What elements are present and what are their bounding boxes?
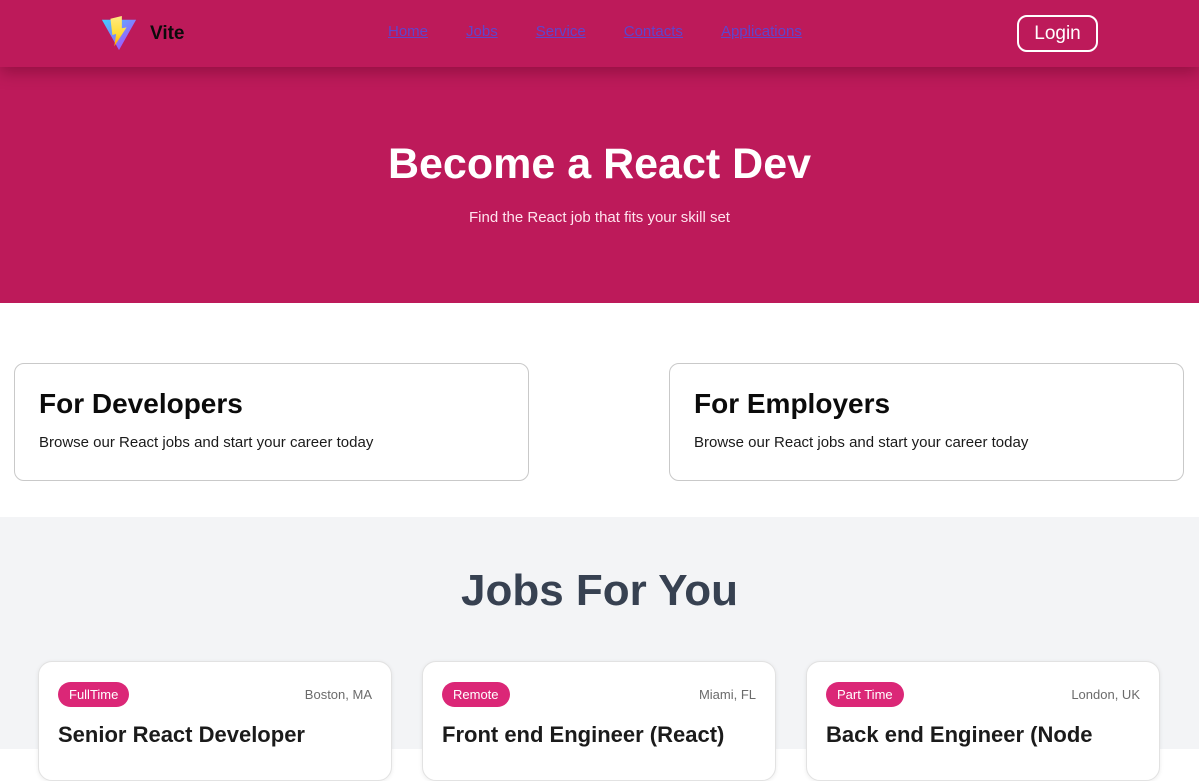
- job-title[interactable]: Senior React Developer: [58, 722, 305, 748]
- nav-links: Home Jobs Service Contacts Applications: [388, 23, 802, 40]
- employers-card-title: For Employers: [694, 388, 891, 419]
- developers-card: For Developers Browse our React jobs and…: [14, 363, 529, 481]
- job-card[interactable]: Remote Miami, FL Front end Engineer (Rea…: [422, 661, 776, 781]
- job-card[interactable]: Part Time London, UK Back end Engineer (…: [806, 661, 1160, 781]
- job-card[interactable]: FullTime Boston, MA Senior React Develop…: [38, 661, 392, 781]
- job-type-badge: Remote: [442, 682, 510, 707]
- hero-subtitle: Find the React job that fits your skill …: [469, 209, 730, 226]
- job-type-badge: Part Time: [826, 682, 904, 707]
- jobs-section: Jobs For You FullTime Boston, MA Senior …: [0, 517, 1199, 781]
- job-location: Boston, MA: [304, 687, 372, 702]
- login-button[interactable]: Login: [1017, 15, 1098, 52]
- navbar: Vite Home Jobs Service Contacts Applicat…: [0, 0, 1199, 67]
- job-title[interactable]: Back end Engineer (Node: [826, 722, 1093, 748]
- employers-card: For Employers Browse our React jobs and …: [669, 363, 1184, 481]
- employers-card-text: Browse our React jobs and start your car…: [694, 434, 1029, 452]
- nav-link-applications[interactable]: Applications: [721, 23, 802, 40]
- nav-link-service[interactable]: Service: [536, 23, 586, 40]
- nav-link-contacts[interactable]: Contacts: [624, 23, 683, 40]
- hero-title: Become a React Dev: [387, 140, 812, 188]
- hero-section: Become a React Dev Find the React job th…: [0, 67, 1199, 303]
- nav-link-home[interactable]: Home: [388, 23, 428, 40]
- job-location: Miami, FL: [698, 687, 756, 702]
- vite-logo-icon: [101, 15, 137, 51]
- developers-card-text: Browse our React jobs and start your car…: [39, 434, 374, 452]
- job-type-badge: FullTime: [58, 682, 130, 707]
- job-location: London, UK: [1071, 687, 1140, 702]
- developers-card-title: For Developers: [39, 388, 243, 419]
- jobs-heading: Jobs For You: [460, 566, 739, 615]
- brand[interactable]: Vite: [100, 14, 185, 54]
- nav-link-jobs[interactable]: Jobs: [466, 23, 498, 40]
- brand-name: Vite: [150, 23, 185, 44]
- job-title[interactable]: Front end Engineer (React): [442, 722, 724, 748]
